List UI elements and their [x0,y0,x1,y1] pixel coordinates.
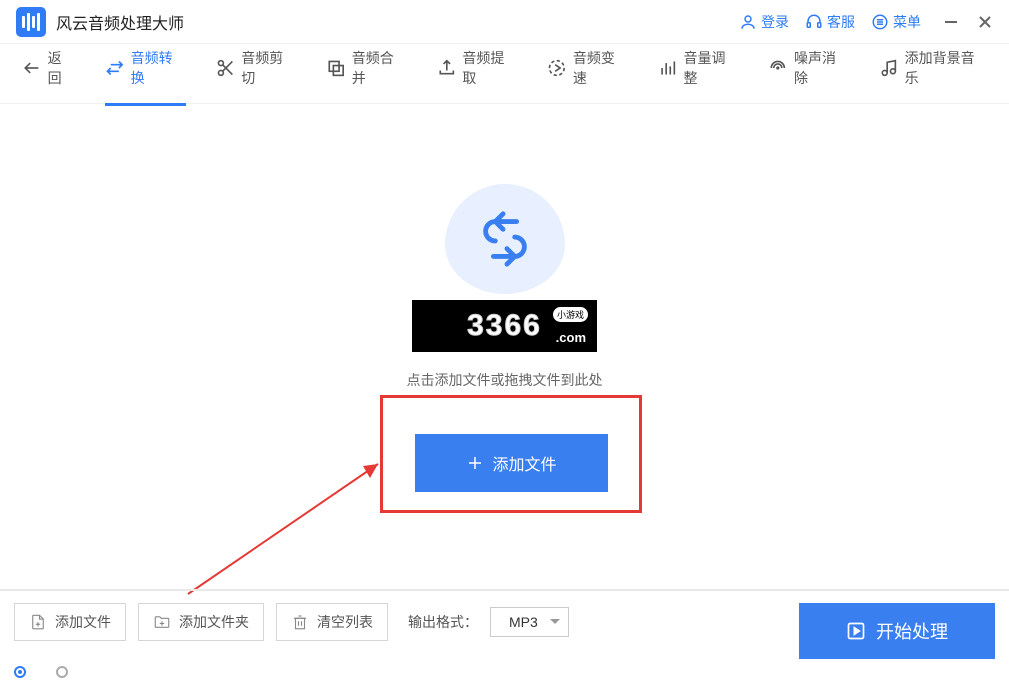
radio-checked-icon [14,666,26,678]
add-folder-button[interactable]: 添加文件夹 [138,603,264,641]
extract-icon [437,58,457,78]
output-format-label: 输出格式： [408,603,478,641]
arrow-left-icon [22,58,42,78]
output-format-select[interactable]: MP3 [490,607,569,637]
tab-audio-convert[interactable]: 音频转换 [95,42,196,106]
tab-label: 音量调整 [683,48,738,88]
equalizer-icon [658,58,678,78]
add-file-label: 添加文件 [55,612,111,632]
tab-volume-adjust[interactable]: 音量调整 [648,42,749,106]
main-area: 3366 小游戏 .com 点击添加文件或拖拽文件到此处 添加文件 [0,104,1009,589]
user-icon [739,13,757,31]
tab-label: 噪声消除 [794,48,849,88]
music-icon [879,58,899,78]
start-process-button[interactable]: 开始处理 [799,603,995,659]
app-title: 风云音频处理大师 [56,10,184,34]
folder-plus-icon [153,613,171,631]
watermark-tag: 小游戏 [553,307,588,322]
add-file-main-button[interactable]: 添加文件 [415,434,608,492]
watermark-overlay: 3366 小游戏 .com [412,300,597,352]
watermark-suffix: .com [556,330,586,345]
back-button[interactable]: 返回 [12,42,85,106]
title-bar: 风云音频处理大师 登录 客服 菜单 [0,0,1009,44]
output-format-value: MP3 [509,614,538,630]
clear-list-button[interactable]: 清空列表 [276,603,388,641]
clear-list-label: 清空列表 [317,612,373,632]
tab-label: 音频转换 [131,48,186,88]
add-file-label: 添加文件 [492,451,556,475]
login-button[interactable]: 登录 [739,12,789,32]
merge-icon [326,58,346,78]
tab-bg-music[interactable]: 添加背景音乐 [869,42,997,106]
add-file-button[interactable]: 添加文件 [14,603,126,641]
tab-label: 添加背景音乐 [905,48,987,88]
back-label: 返回 [48,48,75,88]
tab-label: 音频剪切 [241,48,296,88]
radio-icon [56,666,68,678]
annotation-arrow-icon [178,444,398,604]
tab-audio-extract[interactable]: 音频提取 [427,42,528,106]
support-button[interactable]: 客服 [805,12,855,32]
convert-illustration-icon [445,184,565,294]
menu-label: 菜单 [893,12,921,32]
speed-icon [547,58,567,78]
headset-icon [805,13,823,31]
support-label: 客服 [827,12,855,32]
tab-label: 音频提取 [462,48,517,88]
app-logo-icon [16,7,46,37]
trash-icon [291,613,309,631]
tab-label: 音频变速 [573,48,628,88]
tab-audio-merge[interactable]: 音频合并 [316,42,417,106]
output-path-radios [14,666,68,678]
dropzone-hint: 点击添加文件或拖拽文件到此处 [407,370,603,390]
radio-option-2[interactable] [56,666,68,678]
radio-option-1[interactable] [14,666,26,678]
close-button[interactable] [977,14,993,30]
login-label: 登录 [761,12,789,32]
tab-audio-cut[interactable]: 音频剪切 [206,42,307,106]
tab-noise-removal[interactable]: 噪声消除 [758,42,859,106]
toolbar: 返回 音频转换 音频剪切 音频合并 音频提取 音频变速 音量调整 噪声消除 添加… [0,44,1009,104]
tab-audio-speed[interactable]: 音频变速 [537,42,638,106]
start-label: 开始处理 [876,618,948,644]
minimize-button[interactable] [943,14,959,30]
menu-button[interactable]: 菜单 [871,12,921,32]
play-icon [846,621,866,641]
plus-icon [466,454,484,472]
watermark-number: 3366 [467,309,542,343]
bottom-bar: 添加文件 添加文件夹 清空列表 输出格式： MP3 开始处理 [0,589,1009,682]
convert-icon [105,58,125,78]
noise-icon [768,58,788,78]
file-plus-icon [29,613,47,631]
tab-label: 音频合并 [352,48,407,88]
scissors-icon [216,58,236,78]
menu-list-icon [871,13,889,31]
add-folder-label: 添加文件夹 [179,612,249,632]
